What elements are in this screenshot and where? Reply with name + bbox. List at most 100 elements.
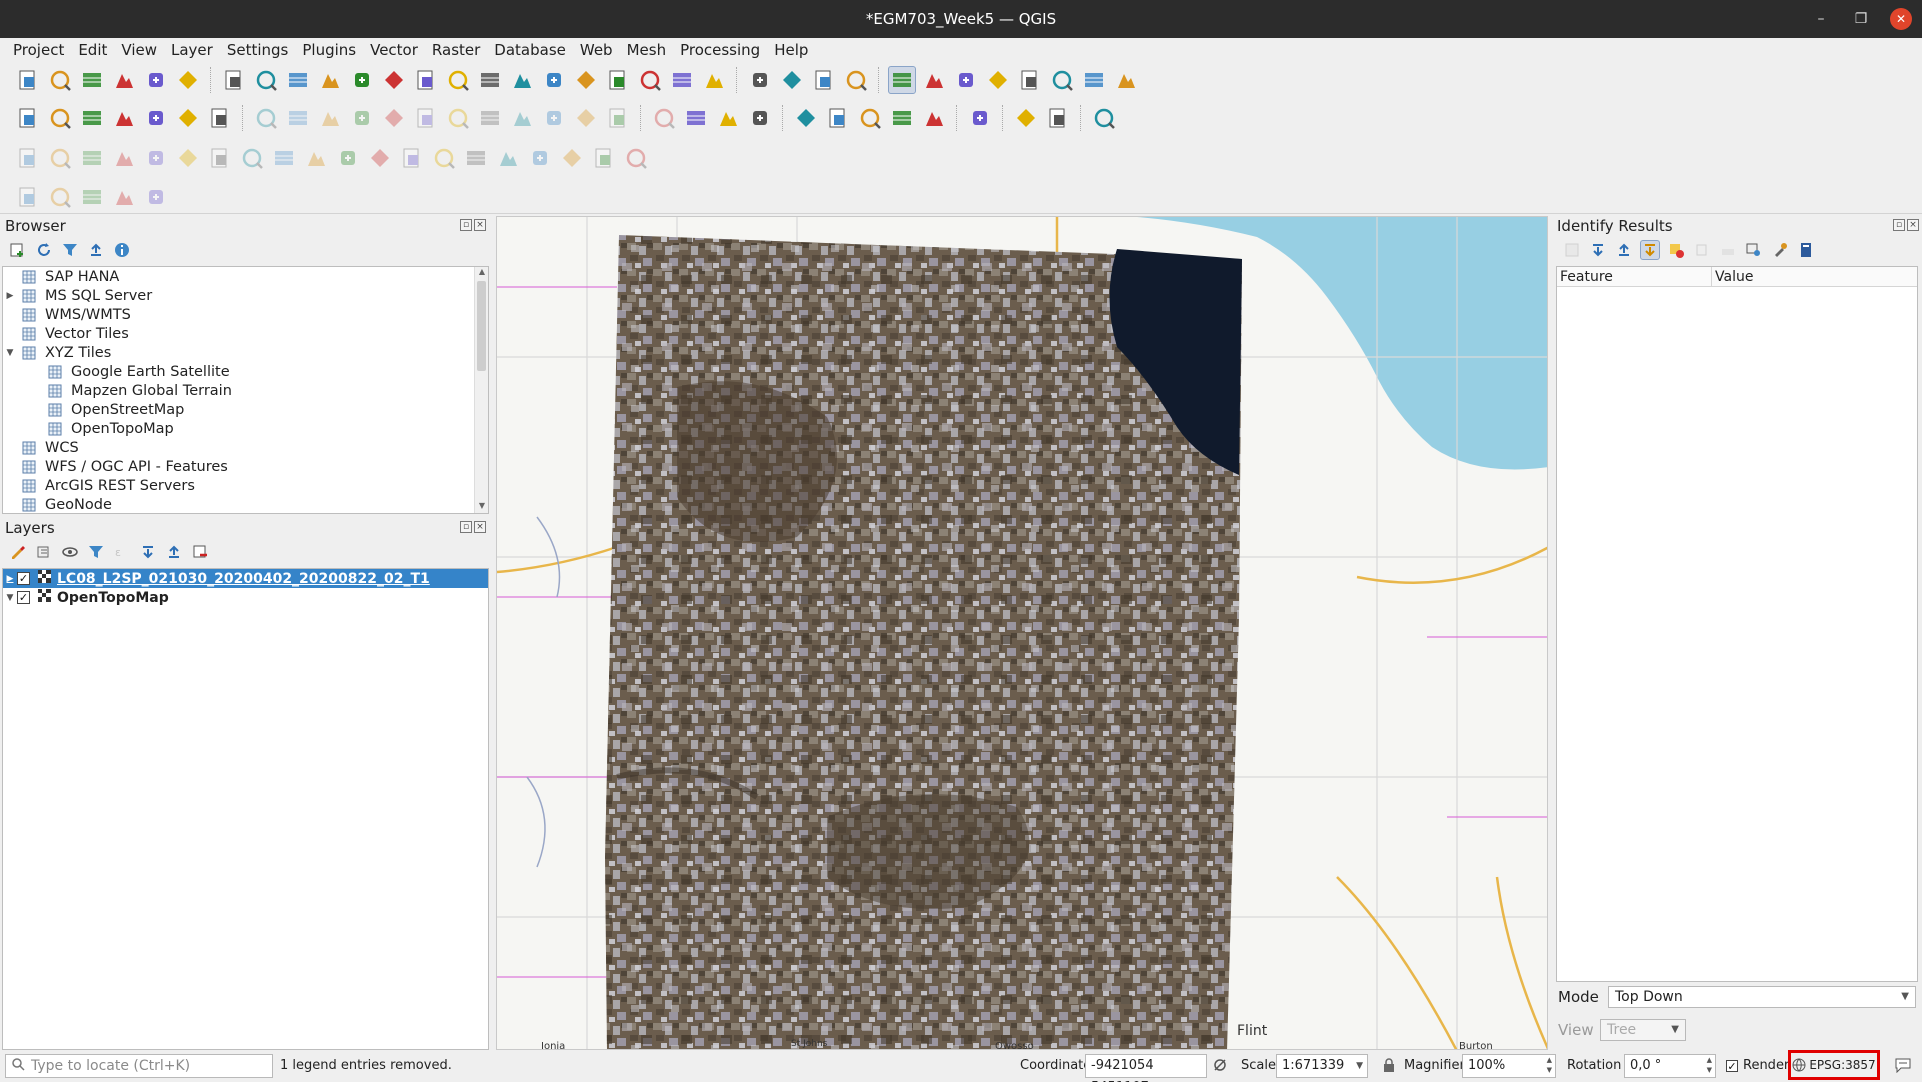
rotation-field[interactable]: 0,0 ° ▲ ▼ bbox=[1624, 1054, 1716, 1078]
select-value-icon[interactable] bbox=[142, 183, 170, 211]
lock-scale-icon[interactable] bbox=[1382, 1057, 1396, 1077]
toggle-editing-icon[interactable] bbox=[284, 104, 312, 132]
zoom-full-icon[interactable] bbox=[348, 66, 376, 94]
split-parts-icon[interactable] bbox=[526, 144, 554, 172]
digitize-icon[interactable] bbox=[348, 104, 376, 132]
add-selected-layers-icon[interactable] bbox=[8, 240, 28, 260]
menu-edit[interactable]: Edit bbox=[71, 38, 114, 62]
select-rect-icon[interactable] bbox=[14, 183, 42, 211]
scroll-down-icon[interactable]: ▼ bbox=[475, 501, 488, 513]
filter-icon[interactable] bbox=[60, 240, 80, 260]
add-raster-icon[interactable] bbox=[174, 104, 202, 132]
edit-icon[interactable] bbox=[252, 104, 280, 132]
menu-project[interactable]: Project bbox=[6, 38, 71, 62]
map-tips-icon[interactable] bbox=[1080, 66, 1108, 94]
add-group-icon[interactable] bbox=[34, 542, 54, 562]
clear-results-icon[interactable] bbox=[1666, 240, 1686, 260]
new-3d-view-icon[interactable] bbox=[572, 66, 600, 94]
field-calculator-icon[interactable] bbox=[952, 66, 980, 94]
zoom-to-layer-icon[interactable] bbox=[412, 66, 440, 94]
label-abc-icon[interactable] bbox=[714, 104, 742, 132]
circle-icon[interactable] bbox=[46, 144, 74, 172]
expand-arrow-icon[interactable]: ▶ bbox=[3, 574, 17, 584]
menu-layer[interactable]: Layer bbox=[164, 38, 220, 62]
undo-icon[interactable] bbox=[572, 104, 600, 132]
map-canvas[interactable]: Flint Owosso St Johns Ionia Burton bbox=[496, 216, 1548, 1050]
messages-icon[interactable] bbox=[1894, 1057, 1912, 1077]
menu-settings[interactable]: Settings bbox=[220, 38, 296, 62]
column-header-feature[interactable]: Feature bbox=[1557, 267, 1712, 286]
zoom-out-icon[interactable] bbox=[316, 66, 344, 94]
help-icon[interactable] bbox=[1090, 104, 1118, 132]
pin-label-icon[interactable] bbox=[792, 104, 820, 132]
data-source-manager-icon[interactable] bbox=[14, 104, 42, 132]
new-temporary-layer-icon[interactable] bbox=[142, 104, 170, 132]
scroll-thumb[interactable] bbox=[477, 281, 486, 371]
collapsed-arrow-icon[interactable]: ▶ bbox=[3, 291, 17, 301]
redo-icon[interactable] bbox=[604, 104, 632, 132]
toolbox-icon[interactable] bbox=[1016, 66, 1044, 94]
copy-icon[interactable] bbox=[508, 104, 536, 132]
expand-new-results-icon[interactable] bbox=[1640, 240, 1660, 260]
new-spatialite-icon[interactable] bbox=[110, 104, 138, 132]
expand-arrow-icon[interactable]: ▼ bbox=[3, 593, 17, 603]
reshape-icon[interactable] bbox=[174, 144, 202, 172]
label-abc-red-icon[interactable] bbox=[746, 104, 774, 132]
merge-icon[interactable] bbox=[238, 144, 266, 172]
zoom-to-selection-icon[interactable] bbox=[380, 66, 408, 94]
float-panel-icon[interactable]: ▫ bbox=[460, 521, 472, 533]
crs-button[interactable]: EPSG:3857 bbox=[1788, 1050, 1880, 1080]
measure-icon[interactable] bbox=[1048, 66, 1076, 94]
view-select[interactable]: Tree ▼ bbox=[1600, 1019, 1686, 1041]
processing-icon[interactable] bbox=[1112, 66, 1140, 94]
identify-mode-icon[interactable] bbox=[1744, 240, 1764, 260]
add-ring-icon[interactable] bbox=[302, 144, 330, 172]
delete-part-icon[interactable] bbox=[430, 144, 458, 172]
browser-item[interactable]: SAP HANA bbox=[3, 267, 488, 286]
float-panel-icon[interactable]: ▫ bbox=[460, 219, 472, 231]
restore-icon[interactable]: ❐ bbox=[1850, 8, 1872, 30]
locator-search[interactable]: Type to locate (Ctrl+K) bbox=[5, 1054, 273, 1078]
print-layout-icon[interactable] bbox=[142, 66, 170, 94]
browser-item[interactable]: WFS / OGC API - Features bbox=[3, 457, 488, 476]
style-manager-icon[interactable] bbox=[174, 66, 202, 94]
close-panel-icon[interactable]: × bbox=[474, 219, 486, 231]
select-location-icon[interactable] bbox=[842, 66, 870, 94]
magnifier-field[interactable]: 100% ▲ ▼ bbox=[1462, 1054, 1556, 1078]
curve-icon[interactable] bbox=[622, 144, 650, 172]
menu-vector[interactable]: Vector bbox=[363, 38, 425, 62]
expanded-arrow-icon[interactable]: ▼ bbox=[3, 348, 17, 358]
layer-visibility-checkbox[interactable]: ✓ bbox=[17, 591, 30, 604]
print-icon[interactable] bbox=[1718, 240, 1738, 260]
move-feature-icon[interactable] bbox=[380, 104, 408, 132]
delete-ring-icon[interactable] bbox=[366, 144, 394, 172]
change-label-icon[interactable] bbox=[920, 104, 948, 132]
menu-view[interactable]: View bbox=[114, 38, 164, 62]
attribute-table-icon[interactable] bbox=[920, 66, 948, 94]
menu-raster[interactable]: Raster bbox=[425, 38, 487, 62]
vertex-icon[interactable] bbox=[558, 144, 586, 172]
browser-item[interactable]: Google Earth Satellite bbox=[3, 362, 488, 381]
menu-mesh[interactable]: Mesh bbox=[620, 38, 674, 62]
digitize-shape-icon[interactable] bbox=[14, 144, 42, 172]
close-panel-icon[interactable]: × bbox=[474, 521, 486, 533]
browser-item[interactable]: OpenStreetMap bbox=[3, 400, 488, 419]
rotate-icon[interactable] bbox=[110, 144, 138, 172]
pan-icon[interactable] bbox=[220, 66, 248, 94]
zoom-last-icon[interactable] bbox=[476, 66, 504, 94]
deselect-icon[interactable] bbox=[810, 66, 838, 94]
new-project-icon[interactable] bbox=[14, 66, 42, 94]
browser-item[interactable]: ArcGIS REST Servers bbox=[3, 476, 488, 495]
layer-item[interactable]: ▼ ✓ OpenTopoMap bbox=[3, 588, 488, 607]
add-part-icon[interactable] bbox=[398, 144, 426, 172]
mode-select[interactable]: Top Down ▼ bbox=[1608, 986, 1916, 1008]
open-project-icon[interactable] bbox=[46, 66, 74, 94]
offset-icon[interactable] bbox=[142, 144, 170, 172]
move-label-icon[interactable] bbox=[856, 104, 884, 132]
zoom-native-icon[interactable] bbox=[444, 66, 472, 94]
trim-icon[interactable] bbox=[494, 144, 522, 172]
browser-item[interactable]: GeoNode bbox=[3, 495, 488, 513]
browser-item[interactable]: Vector Tiles bbox=[3, 324, 488, 343]
browser-item[interactable]: OpenTopoMap bbox=[3, 419, 488, 438]
temporal-controller-icon[interactable] bbox=[604, 66, 632, 94]
